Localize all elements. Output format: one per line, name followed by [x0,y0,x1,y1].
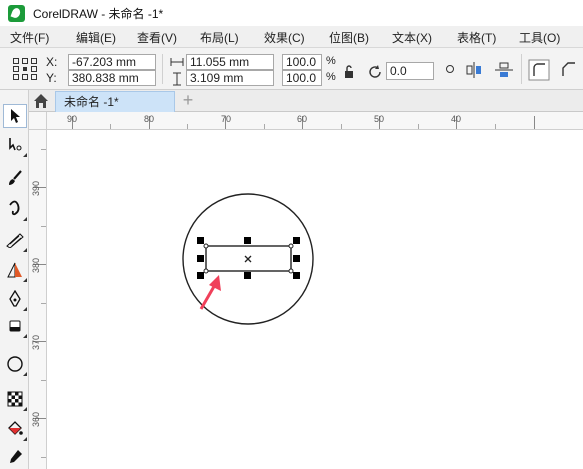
vertical-ruler-ticks: 390 380 370 360 [31,149,46,458]
smart-fill-icon [6,233,24,248]
menu-file[interactable]: 文件(F) [10,29,49,46]
annotation-arrow [199,275,221,310]
vertical-ruler[interactable]: 390 380 370 360 [29,130,47,469]
window-title: CorelDRAW - 未命名 -1* [33,6,164,21]
ruler-origin[interactable] [29,112,47,130]
eraser-icon [9,320,21,332]
dimension-tool[interactable] [3,258,27,282]
color-eyedropper-tool[interactable] [3,445,27,469]
coreldraw-logo-icon [8,4,25,22]
pen-tool[interactable] [3,287,27,311]
rotation-icon [369,65,381,78]
title-bar: CorelDRAW - 未命名 -1* [0,0,583,26]
document-tab[interactable]: 未命名 -1* [55,91,175,112]
mirror-vertical-icon[interactable] [494,61,514,79]
drawing-canvas[interactable] [48,131,583,469]
object-height-field[interactable]: 3.109 mm [186,70,274,86]
scale-x-field[interactable]: 100.0 [282,54,322,70]
percent-sign: % [326,55,336,67]
width-icon [170,58,184,66]
menu-view[interactable]: 查看(V) [137,29,177,46]
y-position-field[interactable]: 380.838 mm [68,70,156,86]
freehand-tool[interactable] [3,197,27,221]
eraser-tool[interactable] [3,314,27,338]
artistic-media-tool[interactable] [3,166,27,190]
percent-sign: % [326,71,336,83]
y-label: Y: [46,71,57,85]
eyedropper-icon [10,450,22,463]
menu-text[interactable]: 文本(X) [392,29,432,46]
curve-icon [9,200,20,216]
x-label: X: [46,55,58,69]
menu-bar: 文件(F) 编辑(E) 查看(V) 布局(L) 效果(C) 位图(B) 文本(X… [0,26,583,48]
menu-table[interactable]: 表格(T) [457,29,496,46]
scale-y-field[interactable]: 100.0 [282,70,322,86]
menu-layout[interactable]: 布局(L) [200,29,239,46]
home-icon[interactable] [33,93,49,109]
center-marker [244,255,252,263]
pick-tool[interactable] [3,104,27,128]
horizontal-ruler[interactable]: 90 80 70 60 50 40 [47,112,583,130]
toolbox [0,90,29,469]
corner-shape-icon[interactable] [528,59,550,81]
h-ruler-label: 90 [67,114,77,124]
brush-icon [9,170,22,185]
circle-icon[interactable] [445,64,455,74]
drawing-layer [182,193,314,325]
add-document-button[interactable]: + [179,91,197,109]
pointer-icon [11,109,20,123]
document-tab-bar: 未命名 -1* + [29,90,583,112]
separator [521,54,522,84]
menu-bitmaps[interactable]: 位图(B) [329,29,369,46]
object-origin-icon[interactable] [12,57,38,81]
v-ruler-label: 380 [31,258,41,273]
x-position-field[interactable]: -67.203 mm [68,54,156,70]
v-ruler-label: 390 [31,181,41,196]
checkerboard-icon [7,391,23,407]
menu-effects[interactable]: 效果(C) [264,29,305,46]
v-ruler-label: 370 [31,335,41,350]
pen-icon [9,290,21,307]
height-icon [173,72,181,86]
property-bar: X: -67.203 mm Y: 380.838 mm 11.055 mm 3.… [0,48,583,90]
horizontal-ruler-ticks: 90 80 70 60 50 40 [67,114,535,129]
paint-bucket-icon [8,421,23,435]
ellipse-tool[interactable] [3,352,27,376]
smart-fill-tool[interactable] [3,228,27,252]
chamfer-corner-icon[interactable] [558,59,580,81]
mirror-horizontal-icon[interactable] [464,61,484,79]
pattern-fill-tool[interactable] [3,387,27,411]
shape-tool-icon [9,138,22,151]
lock-ratio-icon[interactable] [343,65,355,79]
menu-edit[interactable]: 编辑(E) [76,29,116,46]
dimension-icon [7,262,22,278]
ellipse-icon [7,356,23,372]
h-ruler-label: 60 [297,114,307,124]
separator [162,54,163,84]
rotation-angle-field[interactable]: 0.0 [386,62,434,80]
v-ruler-label: 360 [31,412,41,427]
h-ruler-label: 40 [451,114,461,124]
menu-tools[interactable]: 工具(O) [519,29,560,46]
object-width-field[interactable]: 11.055 mm [186,54,274,70]
h-ruler-label: 80 [144,114,154,124]
h-ruler-label: 50 [374,114,384,124]
shape-tool[interactable] [3,133,27,157]
interactive-fill-tool[interactable] [3,417,27,441]
h-ruler-label: 70 [221,114,231,124]
